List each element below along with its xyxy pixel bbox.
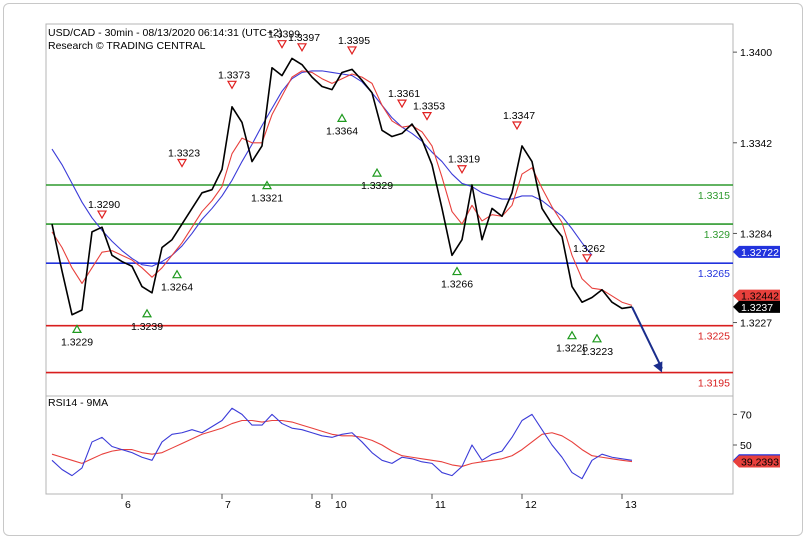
price-ytick-label-2: 1.3284 bbox=[740, 228, 772, 240]
pivot-high-marker-13 bbox=[421, 111, 433, 121]
pivot-high-marker-10 bbox=[346, 46, 358, 56]
pivot-low-marker-19 bbox=[591, 333, 603, 343]
level-label-3: 1.3225 bbox=[698, 331, 730, 343]
rsi-ytick-label-1: 50 bbox=[740, 440, 752, 452]
pivot-low-marker-17 bbox=[566, 330, 578, 340]
price-y-axis: 1.3400 1.3342 1.3284 1.3227 bbox=[733, 47, 772, 330]
ma-long-line bbox=[51, 70, 593, 267]
xtick-label-6: 13 bbox=[625, 499, 637, 511]
pivot-label-12: 1.3361 bbox=[388, 88, 420, 100]
pivot-label-15: 1.3319 bbox=[448, 154, 480, 166]
price-tag-1-label: 1.32442 bbox=[741, 291, 779, 303]
price-tag-0-label: 1.32722 bbox=[741, 247, 779, 259]
ma-short-line bbox=[51, 70, 633, 306]
chart-title: USD/CAD - 30min - 08/13/2020 06:14:31 (U… bbox=[48, 27, 283, 39]
xtick-label-1: 7 bbox=[225, 499, 231, 511]
rsi-series bbox=[51, 407, 633, 480]
pivot-label-14: 1.3266 bbox=[441, 279, 473, 291]
rsi-tag-1-label: 39.2393 bbox=[741, 456, 779, 468]
pivot-label-9: 1.3364 bbox=[326, 125, 358, 137]
rsi-y-axis: 70 50 bbox=[733, 409, 752, 452]
pivot-label-8: 1.3397 bbox=[288, 32, 320, 44]
rsi-line bbox=[51, 407, 633, 480]
price-line bbox=[51, 57, 633, 316]
pivot-low-marker-9 bbox=[336, 113, 348, 123]
rsi-tags: 40.080939.2393 bbox=[733, 454, 780, 468]
price-tags: 1.32722 1.324421.3237 bbox=[733, 245, 780, 314]
pivot-low-marker-14 bbox=[451, 266, 463, 276]
pivot-label-10: 1.3395 bbox=[338, 35, 370, 47]
pivot-label-0: 1.3229 bbox=[61, 336, 93, 348]
pivot-label-6: 1.3321 bbox=[251, 193, 283, 205]
pivot-high-marker-15 bbox=[456, 165, 468, 174]
forecast-head bbox=[653, 361, 663, 373]
xtick-label-0: 6 bbox=[125, 499, 131, 511]
level-label-0: 1.3315 bbox=[698, 190, 730, 202]
pivot-high-marker-8 bbox=[296, 43, 308, 53]
pivot-high-marker-7 bbox=[276, 40, 288, 49]
pivot-low-marker-3 bbox=[171, 269, 183, 279]
pivot-markers: 1.3229 1.3290 1.3239 1.3264 1.3323 1.3373 1.33… bbox=[61, 29, 613, 358]
pivot-high-marker-18 bbox=[581, 254, 593, 264]
xtick-label-3: 10 bbox=[335, 499, 347, 511]
rsi-pane-border bbox=[45, 395, 734, 495]
pivot-high-marker-16 bbox=[511, 121, 523, 131]
level-label-2: 1.3265 bbox=[698, 268, 730, 280]
pivot-high-marker-4 bbox=[176, 158, 188, 168]
pivot-label-3: 1.3264 bbox=[161, 282, 193, 294]
forecast-arrow bbox=[631, 306, 663, 373]
pivot-low-marker-2 bbox=[141, 308, 153, 318]
price-ytick-label-1: 1.3342 bbox=[740, 138, 772, 150]
support-resistance-levels: 1.3315 1.329 1.3265 1.3225 1.3195 bbox=[46, 184, 733, 390]
price-pane: 1.33151.3291.32651.32251.3195 1.32291.32… bbox=[45, 23, 780, 397]
rsi-title: RSI14 - 9MA bbox=[48, 397, 108, 409]
time-axis: 6 7 8 10 11 12 13 bbox=[121, 494, 637, 511]
pivot-label-4: 1.3323 bbox=[168, 147, 200, 159]
pivot-high-marker-12 bbox=[396, 99, 408, 109]
price-ytick-label-0: 1.3400 bbox=[740, 47, 772, 59]
rsi-ma-line bbox=[51, 419, 633, 467]
pivot-label-2: 1.3239 bbox=[131, 321, 163, 333]
pivot-high-marker-1 bbox=[96, 210, 108, 220]
pivot-label-19: 1.3223 bbox=[581, 346, 613, 358]
pivot-label-11: 1.3329 bbox=[361, 180, 393, 192]
xtick-label-5: 12 bbox=[525, 499, 537, 511]
chart-subtitle: Research © TRADING CENTRAL bbox=[48, 40, 206, 52]
pivot-label-5: 1.3373 bbox=[218, 69, 250, 81]
pivot-high-marker-5 bbox=[226, 80, 238, 90]
xtick-label-2: 8 bbox=[315, 499, 321, 511]
pivot-label-16: 1.3347 bbox=[503, 110, 535, 122]
level-label-1: 1.329 bbox=[704, 229, 730, 241]
price-tag-2-label: 1.3237 bbox=[741, 302, 773, 314]
rsi-ytick-label-0: 70 bbox=[740, 409, 752, 421]
pivot-low-marker-11 bbox=[371, 167, 383, 177]
pivot-label-18: 1.3262 bbox=[573, 243, 605, 255]
pivot-label-13: 1.3353 bbox=[413, 101, 445, 113]
rsi-pane: 70 50 40.080939.2393 bbox=[45, 395, 780, 495]
price-series bbox=[51, 57, 633, 316]
pivot-label-1: 1.3290 bbox=[88, 199, 120, 211]
price-ytick-label-3: 1.3227 bbox=[740, 318, 772, 330]
xtick-label-4: 11 bbox=[435, 499, 446, 511]
chart-canvas[interactable]: 1.33151.3291.32651.32251.3195 1.32291.32… bbox=[0, 0, 808, 541]
forecast-shaft bbox=[631, 306, 663, 369]
level-label-4: 1.3195 bbox=[698, 378, 730, 390]
price-pane-border bbox=[45, 23, 734, 397]
